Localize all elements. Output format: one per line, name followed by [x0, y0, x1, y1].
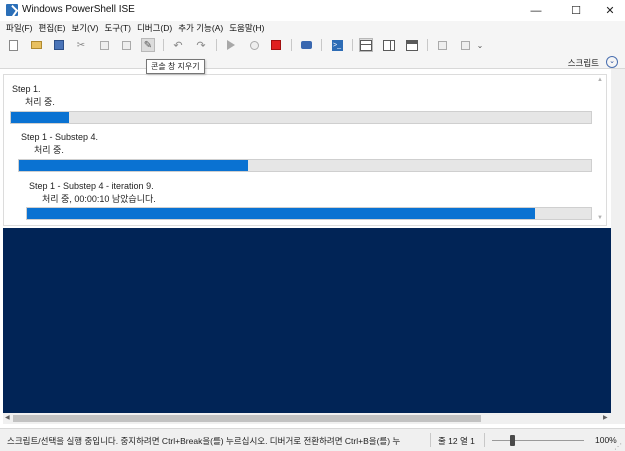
progress-pane-scrollbar[interactable]: ▲ ▼	[595, 75, 606, 225]
undo-button[interactable]: ↶	[171, 38, 185, 52]
menu-debug[interactable]: 디버그(D)	[135, 21, 176, 35]
menu-bar: 파일(F) 편집(E) 보기(V) 도구(T) 디버그(D) 추가 기능(A) …	[0, 21, 625, 35]
progress-bar	[10, 111, 592, 124]
menu-addons[interactable]: 추가 기능(A)	[176, 21, 227, 35]
cursor-position: 줄 12 열 1	[438, 436, 475, 446]
progress-activity-label: Step 1.	[12, 84, 41, 94]
copy-icon	[99, 40, 109, 50]
status-separator	[484, 433, 485, 447]
console-pane[interactable]	[3, 228, 611, 413]
menu-help[interactable]: 도움말(H)	[227, 21, 268, 35]
progress-bar	[26, 207, 592, 220]
open-button[interactable]	[29, 38, 43, 52]
status-bar: 스크립트/선택을 실행 중입니다. 중지하려면 Ctrl+Break을(를) 누…	[0, 428, 625, 451]
undo-icon: ↶	[173, 39, 183, 52]
console-horizontal-scrollbar[interactable]: ◀ ▶	[3, 413, 611, 424]
progress-activity-label: Step 1 - Substep 4.	[21, 132, 99, 142]
progress-pane: Step 1. 처리 중. Step 1 - Substep 4. 처리 중. …	[3, 74, 607, 226]
script-pane-label: 스크립트	[567, 58, 599, 68]
close-button[interactable]: ✕	[595, 0, 625, 21]
stop-icon	[271, 40, 281, 50]
resize-grip-icon[interactable]	[614, 441, 622, 449]
progress-activity-label: Step 1 - Substep 4 - iteration 9.	[29, 181, 154, 191]
toolbar-separator	[321, 39, 322, 51]
menu-tools[interactable]: 도구(T)	[102, 21, 135, 35]
status-separator	[430, 433, 431, 447]
pane-maximized-icon	[406, 39, 418, 51]
status-message: 스크립트/선택을 실행 중입니다. 중지하려면 Ctrl+Break을(를) 누…	[7, 436, 401, 446]
copy-button[interactable]	[97, 38, 111, 52]
minimize-button[interactable]: —	[521, 0, 551, 21]
menu-edit[interactable]: 편집(E)	[37, 21, 70, 35]
progress-step: Step 1. 처리 중.	[12, 84, 55, 108]
clear-console-button[interactable]: ✎	[141, 38, 155, 52]
toolbar: ✂ ✎ ↶ ↷ >_ ⌄	[0, 35, 625, 55]
menu-view[interactable]: 보기(V)	[69, 21, 102, 35]
powershell-app-icon	[6, 4, 18, 16]
horizontal-scroll-thumb[interactable]	[13, 415, 481, 422]
progress-status-text: 처리 중.	[34, 145, 64, 155]
console-vertical-scrollbar[interactable]	[611, 69, 625, 424]
save-icon	[54, 40, 64, 50]
toolbar-overflow-button[interactable]: ⌄	[476, 38, 484, 52]
show-command-window-button[interactable]	[435, 38, 449, 52]
paste-button[interactable]	[119, 38, 133, 52]
command-addon-icon	[460, 40, 470, 50]
toolbar-separator	[291, 39, 292, 51]
pane-right-icon	[383, 39, 395, 51]
cut-button[interactable]: ✂	[74, 38, 88, 52]
remote-powershell-button[interactable]	[299, 38, 313, 52]
play-icon	[227, 40, 235, 50]
script-pane-maximized-button[interactable]	[405, 38, 419, 52]
folder-open-icon	[30, 41, 42, 49]
progress-status-text: 처리 중.	[25, 97, 55, 107]
run-script-button[interactable]	[224, 38, 238, 52]
toolbar-separator	[352, 39, 353, 51]
zoom-slider-thumb[interactable]	[510, 435, 515, 446]
maximize-button[interactable]: ☐	[561, 0, 591, 21]
scroll-right-arrow-icon[interactable]: ▶	[603, 414, 608, 421]
new-file-icon	[8, 39, 18, 51]
powershell-icon: >_	[331, 39, 343, 51]
pane-top-icon	[360, 39, 372, 51]
command-window-icon	[437, 40, 447, 50]
run-selection-icon	[249, 40, 259, 50]
progress-step: Step 1 - Substep 4. 처리 중.	[21, 132, 98, 156]
toolbar-separator	[427, 39, 428, 51]
paste-icon	[121, 40, 131, 50]
run-selection-button[interactable]	[247, 38, 261, 52]
redo-button[interactable]: ↷	[194, 38, 208, 52]
progress-bar-fill	[27, 208, 535, 219]
save-button[interactable]	[52, 38, 66, 52]
scroll-left-arrow-icon[interactable]: ◀	[5, 414, 10, 421]
start-powershell-button[interactable]: >_	[330, 38, 344, 52]
eraser-icon: ✎	[143, 39, 153, 51]
progress-step: Step 1 - Substep 4 - iteration 9. 처리 중, …	[29, 181, 156, 205]
zoom-slider-track[interactable]	[492, 440, 584, 441]
title-bar: Windows PowerShell ISE — ☐ ✕	[0, 0, 625, 21]
progress-status-text: 처리 중, 00:00:10 남았습니다.	[42, 194, 156, 204]
progress-bar	[18, 159, 592, 172]
remote-tab-icon	[300, 41, 312, 49]
clear-console-tooltip: 콘솔 창 지우기	[146, 59, 205, 74]
toolbar-separator	[163, 39, 164, 51]
progress-bar-fill	[11, 112, 69, 123]
toolbar-separator	[216, 39, 217, 51]
show-script-pane-button[interactable]: ⌄	[606, 56, 618, 68]
redo-icon: ↷	[196, 39, 206, 52]
scroll-up-arrow-icon[interactable]: ▲	[597, 77, 603, 83]
window-title: Windows PowerShell ISE	[22, 4, 135, 15]
script-pane-bar: 스크립트 ⌄	[0, 55, 625, 69]
show-command-addon-button[interactable]	[458, 38, 472, 52]
script-pane-right-button[interactable]	[382, 38, 396, 52]
stop-button[interactable]	[269, 38, 283, 52]
new-script-button[interactable]	[6, 38, 20, 52]
menu-file[interactable]: 파일(F)	[4, 21, 37, 35]
cut-icon: ✂	[76, 39, 86, 51]
script-pane-top-button[interactable]	[359, 38, 373, 52]
scroll-down-arrow-icon[interactable]: ▼	[597, 215, 603, 221]
progress-bar-fill	[19, 160, 248, 171]
